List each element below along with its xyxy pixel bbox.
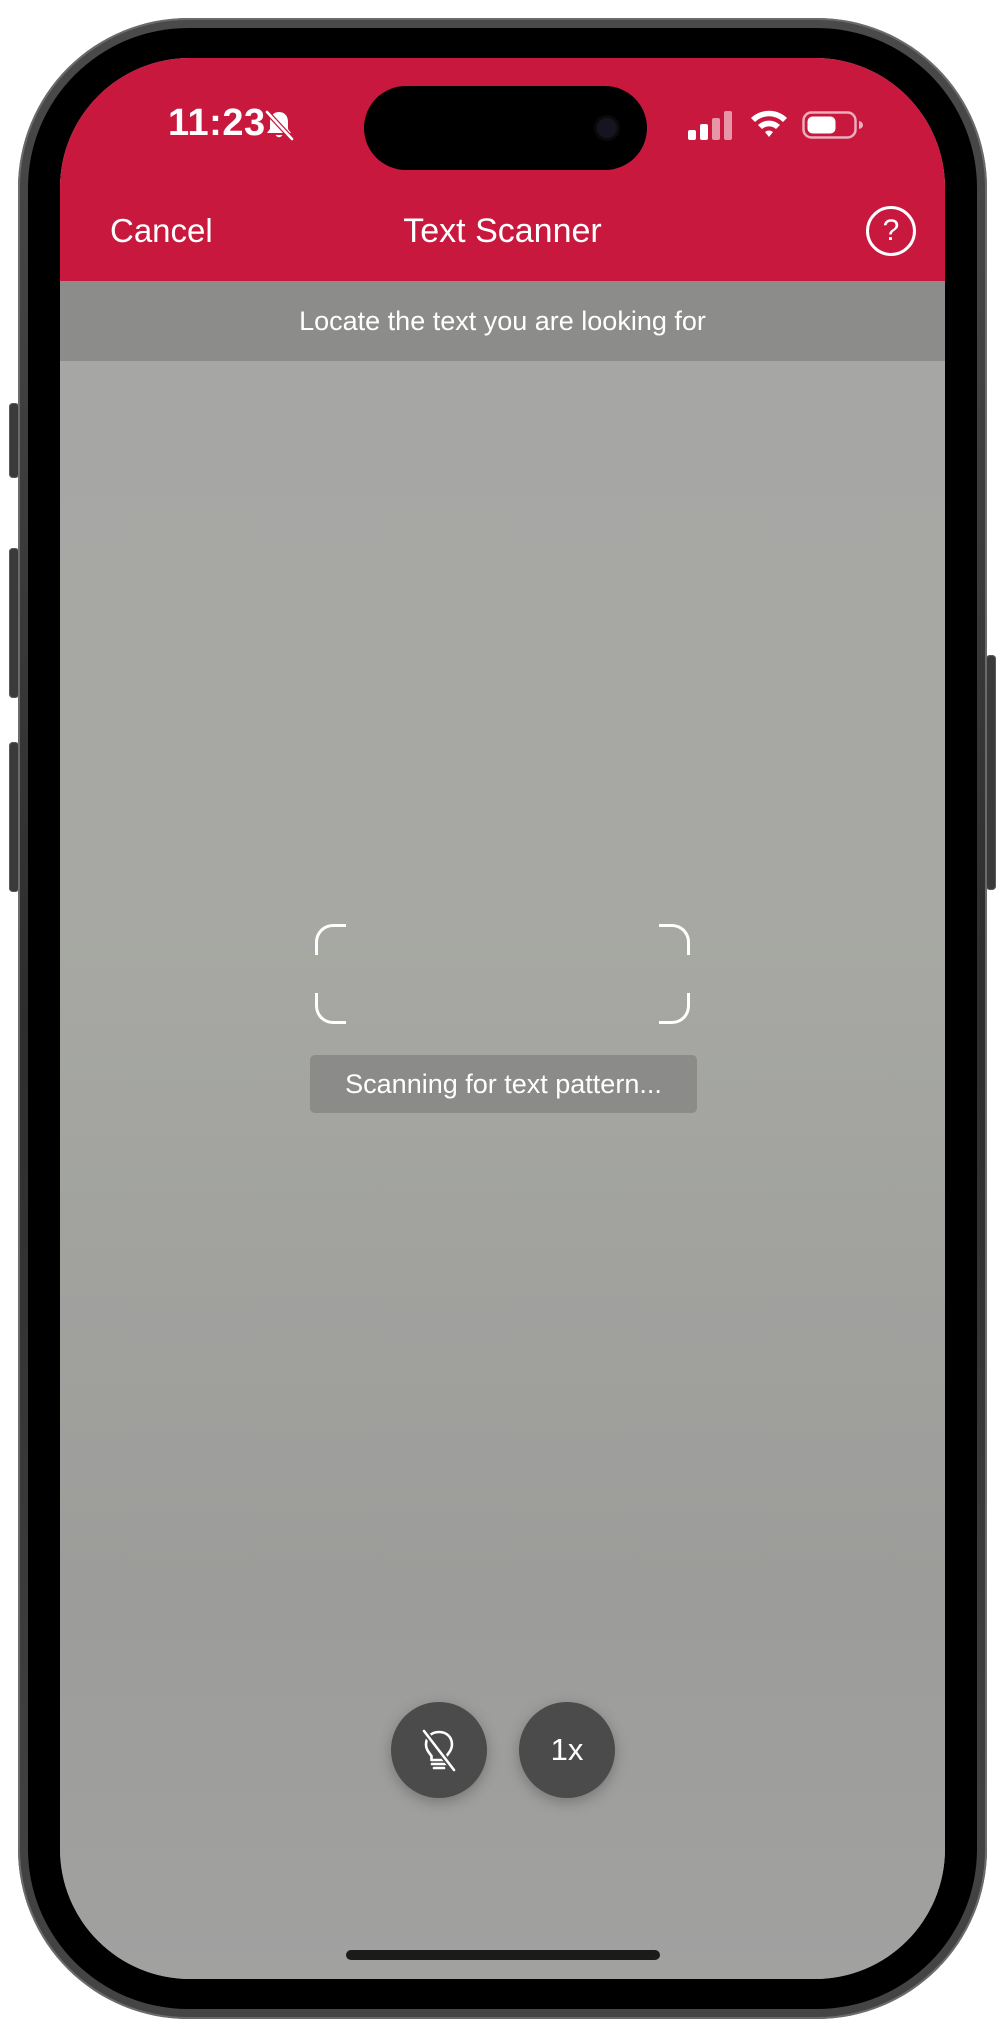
status-time: 11:23	[168, 102, 266, 144]
scan-frame-corner-bottom-left	[315, 993, 346, 1024]
home-indicator[interactable]	[346, 1950, 660, 1960]
scan-frame-corner-bottom-right	[659, 993, 690, 1024]
front-camera	[597, 118, 617, 138]
help-button[interactable]: ?	[866, 206, 916, 256]
question-circle-icon: ?	[882, 214, 900, 247]
cellular-signal-icon	[688, 111, 732, 140]
battery-icon	[802, 111, 863, 139]
scan-status-label: Scanning for text pattern...	[310, 1055, 697, 1113]
wifi-icon	[751, 110, 787, 137]
zoom-level-label: 1x	[550, 1732, 584, 1767]
instruction-text: Locate the text you are looking for	[299, 306, 706, 336]
scan-frame-corner-top-left	[315, 924, 346, 955]
device-stage: 11:23 Cancel Text Scanner ? Locate the t…	[0, 0, 1005, 2037]
phone-screen: 11:23 Cancel Text Scanner ? Locate the t…	[60, 58, 945, 1979]
cancel-button[interactable]: Cancel	[110, 212, 213, 250]
flashlight-off-icon	[421, 1729, 457, 1772]
flashlight-toggle-button[interactable]	[391, 1702, 487, 1798]
zoom-button[interactable]: 1x	[519, 1702, 615, 1798]
power-button	[986, 655, 996, 890]
scan-frame-corner-top-right	[659, 924, 690, 955]
scan-frame	[315, 924, 690, 1024]
instruction-banner: Locate the text you are looking for	[60, 281, 945, 361]
app-header: 11:23 Cancel Text Scanner ?	[60, 58, 945, 281]
dynamic-island	[364, 86, 647, 170]
bell-slash-icon	[265, 110, 294, 141]
